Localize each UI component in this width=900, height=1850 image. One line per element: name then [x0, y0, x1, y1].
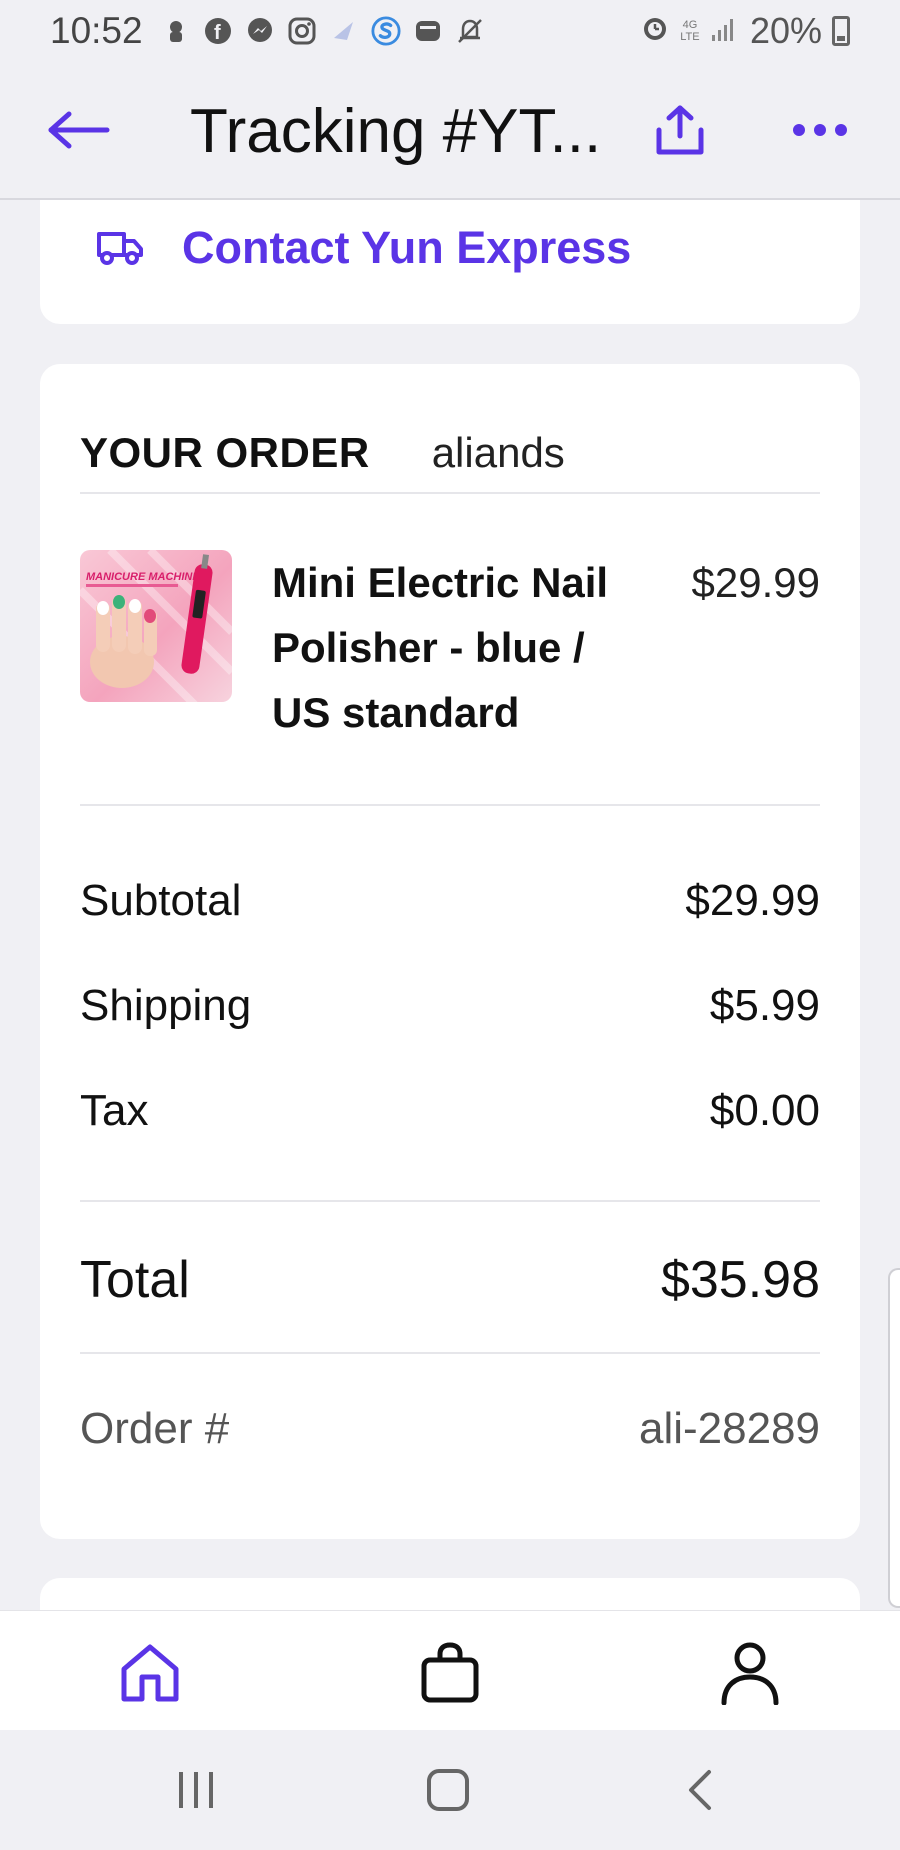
- home-square-icon: [427, 1769, 469, 1811]
- chevron-left-icon: [689, 1770, 711, 1810]
- order-number-row: Order # ali-28289: [80, 1404, 820, 1454]
- home-icon: [121, 1644, 179, 1702]
- profile-icon: [721, 1642, 779, 1705]
- product-row[interactable]: MANICURE MACHINE Mini Electric Nail Poli…: [80, 550, 820, 802]
- total-label: Total: [80, 1251, 190, 1309]
- tax-row: Tax $0.00: [80, 1086, 820, 1136]
- product-price: $29.99: [691, 559, 820, 606]
- network-type-icon: 4G LTE: [680, 19, 700, 43]
- arrow-left-icon: [48, 111, 110, 149]
- tax-value: $0.00: [709, 1086, 820, 1135]
- order-number-label: Order #: [80, 1404, 230, 1453]
- share-icon: [656, 105, 704, 155]
- facebook-icon: f: [203, 16, 233, 46]
- divider: [80, 1200, 820, 1202]
- instagram-icon: [287, 16, 317, 46]
- shipping-row: Shipping $5.99: [80, 981, 820, 1031]
- nav-profile[interactable]: [714, 1637, 786, 1709]
- notification-icon: [161, 16, 191, 46]
- recent-apps-icon: [179, 1772, 213, 1808]
- shipping-label: Shipping: [80, 981, 252, 1030]
- status-right: 4G LTE 20%: [640, 10, 850, 52]
- tax-label: Tax: [80, 1086, 149, 1135]
- app-header: Tracking #YT...: [0, 62, 900, 200]
- app-icon: [329, 16, 359, 46]
- order-heading: YOUR ORDER: [80, 429, 370, 476]
- system-nav: [0, 1730, 900, 1850]
- total-value: $35.98: [660, 1251, 820, 1309]
- status-time: 10:52: [50, 10, 143, 51]
- share-button[interactable]: [652, 98, 708, 162]
- more-horizontal-icon: [793, 124, 847, 136]
- nav-home[interactable]: [114, 1637, 186, 1709]
- order-card: YOUR ORDER aliands MANICURE MACHINE Mini…: [40, 364, 860, 1539]
- inbox-icon: [413, 16, 443, 46]
- alarm-icon: [640, 10, 670, 52]
- subtotal-label: Subtotal: [80, 876, 242, 925]
- svg-text:f: f: [214, 22, 221, 44]
- messenger-icon: [245, 16, 275, 46]
- total-row: Total $35.98: [80, 1250, 820, 1310]
- product-name: Mini Electric Nail Polisher - blue / US …: [272, 559, 609, 736]
- divider: [80, 804, 820, 806]
- status-bar: 10:52 f 4G LTE 20%: [0, 0, 900, 62]
- nav-shop[interactable]: [414, 1637, 486, 1709]
- notification-icons: f: [161, 16, 485, 46]
- order-header: YOUR ORDER aliands: [80, 414, 820, 494]
- page-title: Tracking #YT...: [190, 97, 602, 166]
- subtotal-value: $29.99: [685, 876, 820, 925]
- s-app-icon: [371, 16, 401, 46]
- battery-icon: [832, 16, 850, 46]
- truck-icon: [97, 232, 143, 265]
- home-button[interactable]: [418, 1760, 478, 1820]
- mute-icon: [455, 16, 485, 46]
- battery-percent: 20%: [749, 10, 822, 51]
- contact-card: Contact Yun Express: [40, 200, 860, 324]
- store-name: aliands: [431, 429, 565, 476]
- order-number-value: ali-28289: [638, 1404, 820, 1453]
- shopping-bag-icon: [421, 1642, 479, 1703]
- divider: [80, 1352, 820, 1354]
- signal-icon: [710, 10, 740, 52]
- system-back-button[interactable]: [670, 1760, 730, 1820]
- bottom-nav: [0, 1610, 900, 1730]
- more-options-button[interactable]: [790, 110, 850, 150]
- scroll-indicator[interactable]: [888, 1268, 900, 1608]
- shipping-value: $5.99: [709, 981, 820, 1030]
- product-image: MANICURE MACHINE: [80, 550, 232, 702]
- contact-label: Contact Yun Express: [182, 222, 632, 273]
- back-button[interactable]: [46, 102, 112, 158]
- contact-carrier-link[interactable]: Contact Yun Express: [96, 222, 631, 274]
- subtotal-row: Subtotal $29.99: [80, 876, 820, 926]
- recent-apps-button[interactable]: [166, 1760, 226, 1820]
- product-image-text: MANICURE MACHINE: [86, 571, 200, 583]
